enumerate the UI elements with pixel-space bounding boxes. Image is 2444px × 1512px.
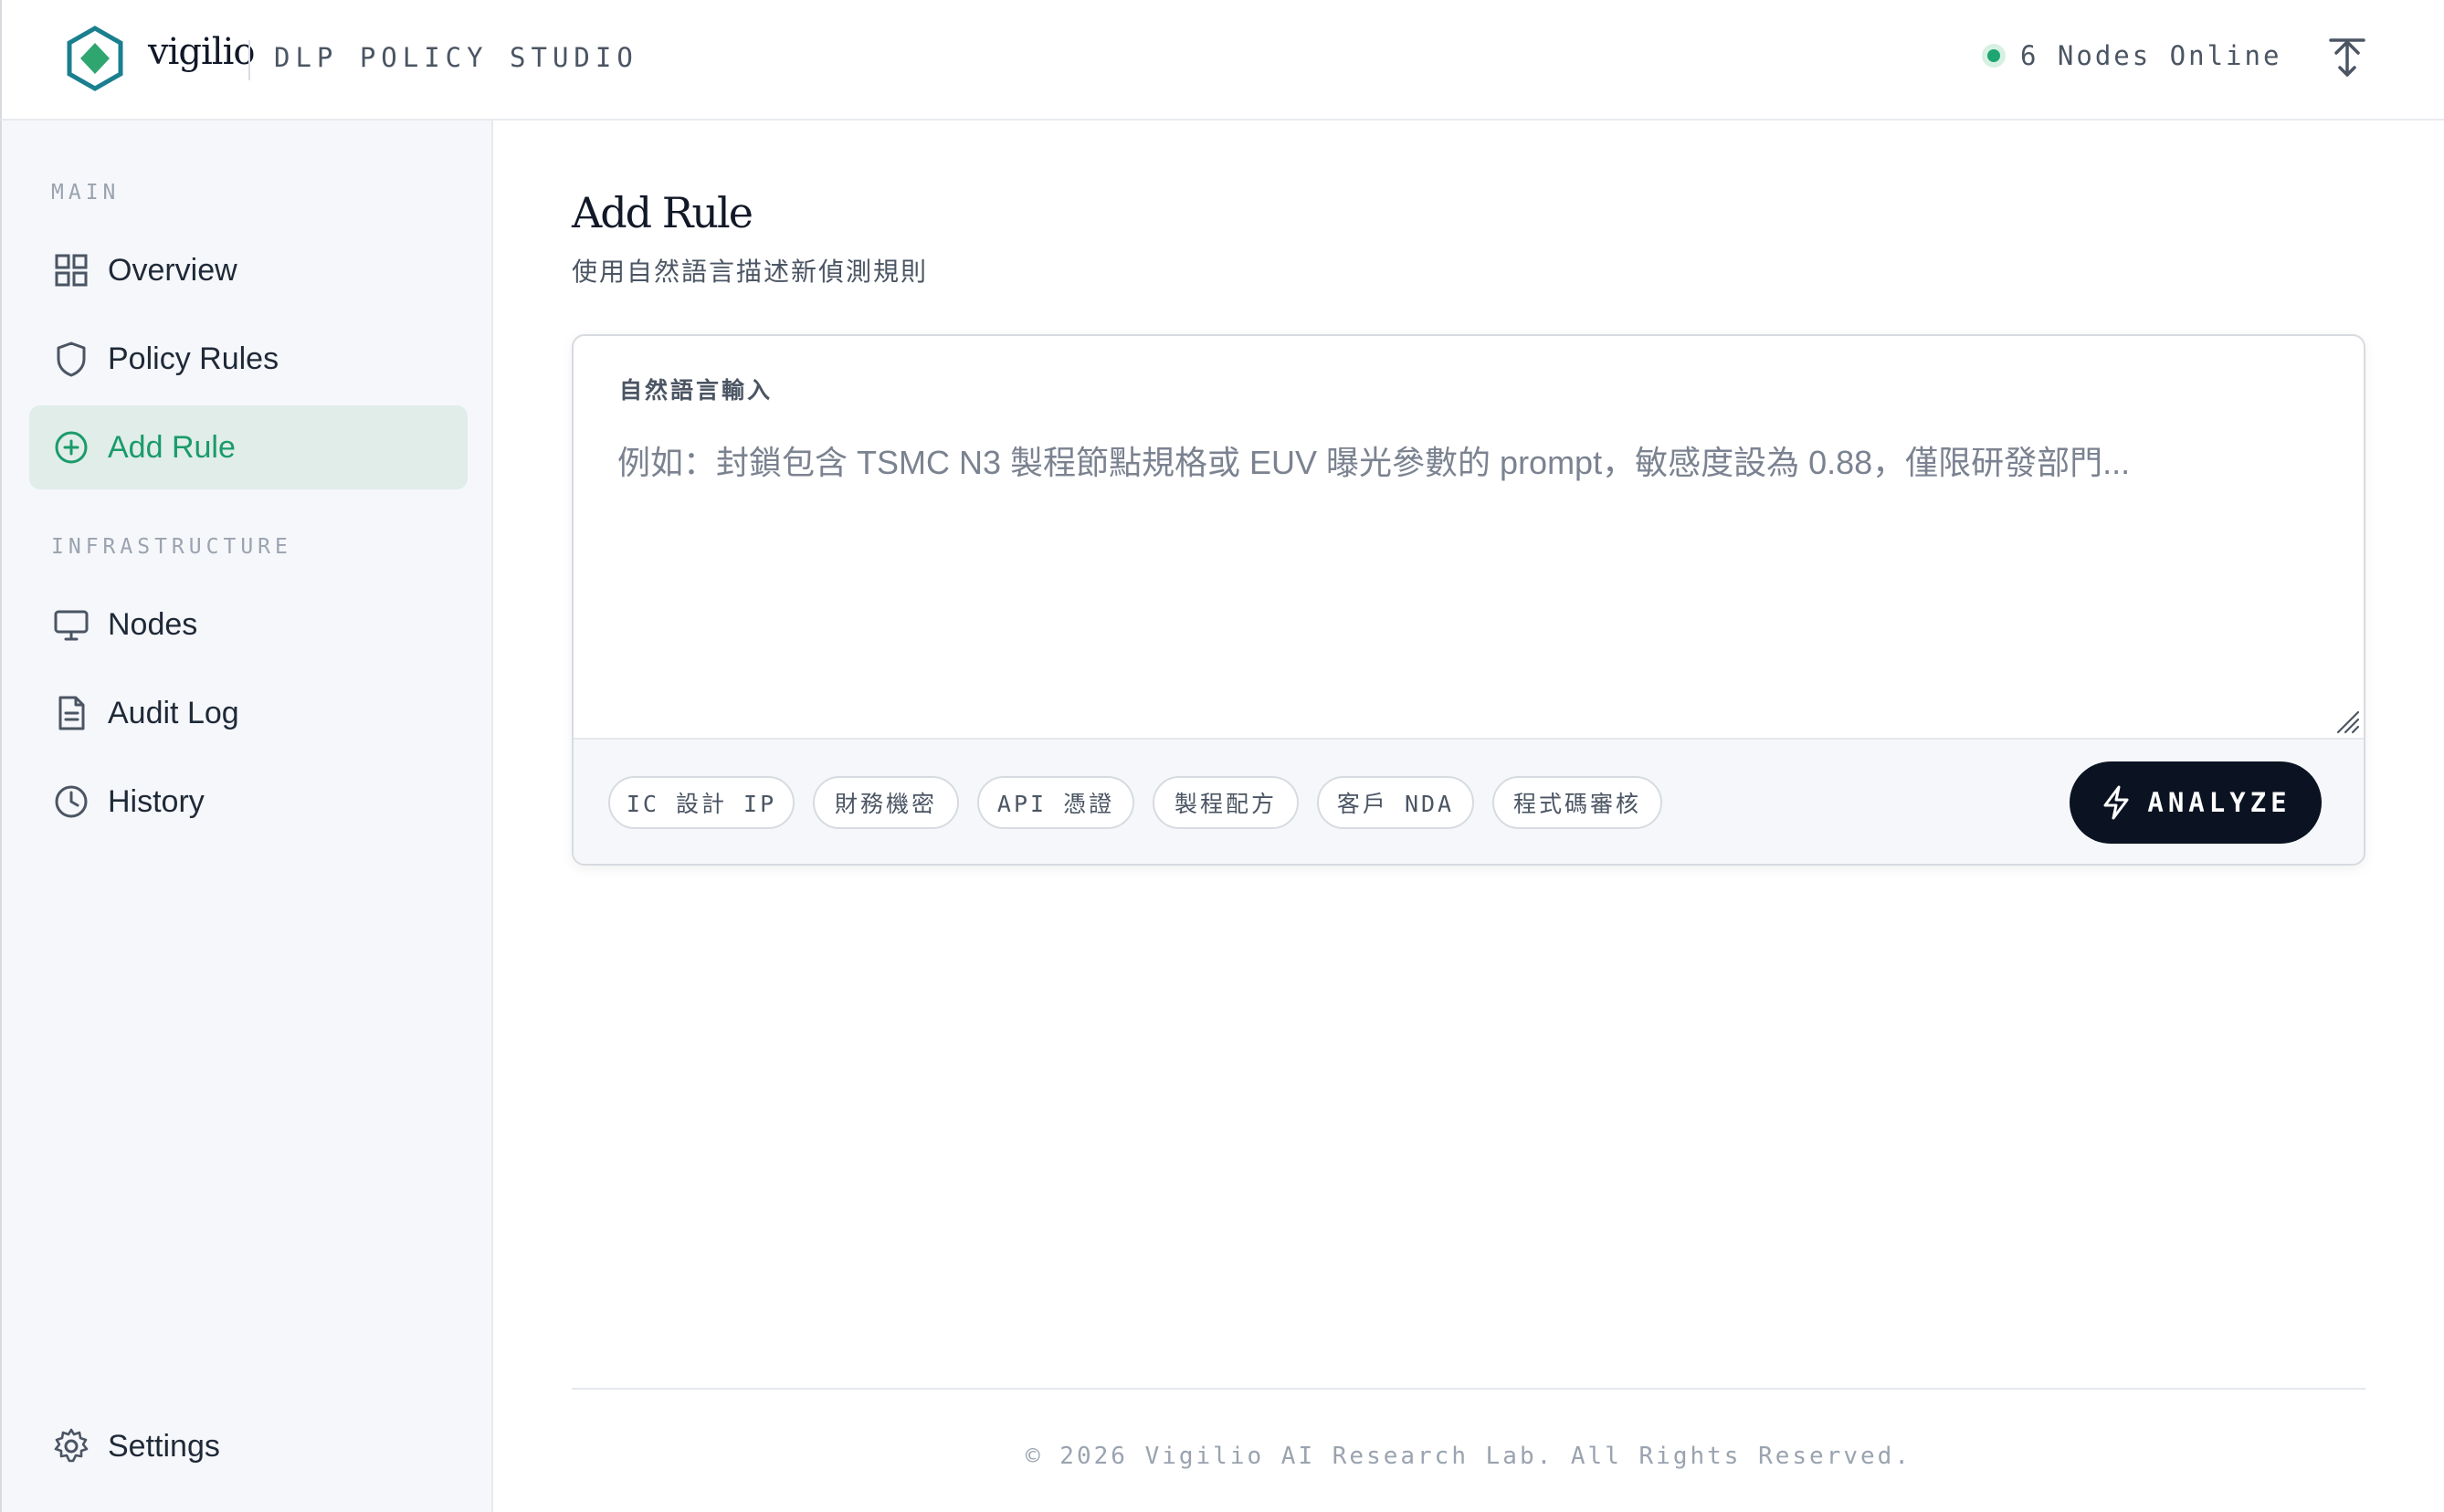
section-label-main: MAIN — [51, 181, 121, 205]
grid-icon — [55, 254, 88, 287]
vigilio-logo-icon — [67, 26, 123, 91]
resize-handle-icon[interactable] — [2334, 709, 2362, 736]
sidebar-item-label: Nodes — [108, 606, 198, 642]
plus-circle-icon — [55, 431, 88, 464]
card-footer: IC 設計 IP 財務機密 API 憑證 製程配方 客戶 NDA 程式碼審核 A… — [574, 738, 2364, 864]
monitor-icon — [54, 610, 89, 641]
gear-icon — [54, 1428, 89, 1463]
chip-process-recipe[interactable]: 製程配方 — [1153, 776, 1299, 829]
page-title: Add Rule — [572, 188, 753, 237]
copyright-text: © 2026 Vigilio AI Research Lab. All Righ… — [1026, 1443, 1912, 1470]
sidebar-item-add-rule[interactable]: Add Rule — [29, 405, 468, 489]
sidebar-item-label: Settings — [108, 1428, 220, 1464]
header-divider — [248, 40, 250, 80]
sidebar-item-audit-log[interactable]: Audit Log — [29, 671, 468, 755]
sidebar-item-label: Overview — [108, 252, 237, 288]
lightning-icon — [2103, 785, 2129, 820]
nodes-status: 6 Nodes Online — [1982, 40, 2281, 71]
rule-input-card: 自然語言輸入 IC 設計 IP 財務機密 API 憑證 製程配方 客戶 NDA … — [572, 334, 2365, 866]
sidebar-item-nodes[interactable]: Nodes — [29, 583, 468, 667]
sidebar-item-label: Policy Rules — [108, 341, 279, 376]
sidebar-item-policy-rules[interactable]: Policy Rules — [29, 317, 468, 401]
chip-ic-design-ip[interactable]: IC 設計 IP — [608, 776, 795, 829]
nodes-online-text: 6 Nodes Online — [2020, 40, 2282, 71]
sidebar-item-label: History — [108, 783, 205, 819]
input-label: 自然語言輸入 — [619, 378, 774, 404]
brand-name: vigilio — [148, 31, 255, 73]
sidebar-item-overview[interactable]: Overview — [29, 228, 468, 312]
natural-language-input[interactable] — [617, 436, 2325, 729]
section-label-infrastructure: INFRASTRUCTURE — [51, 535, 292, 559]
online-status-dot-icon — [1982, 44, 2006, 68]
chip-api-credentials[interactable]: API 憑證 — [977, 776, 1134, 829]
clock-icon — [55, 785, 88, 818]
page-subtitle: 使用自然語言描述新偵測規則 — [572, 257, 929, 286]
top-header: vigilio DLP POLICY STUDIO 6 Nodes Online — [0, 0, 2444, 121]
document-icon — [58, 696, 85, 730]
main-content: Add Rule 使用自然語言描述新偵測規則 自然語言輸入 IC 設計 IP 財… — [493, 121, 2444, 1512]
product-name: DLP POLICY STUDIO — [274, 42, 638, 73]
sync-upload-icon[interactable] — [2327, 37, 2367, 80]
sidebar-item-settings[interactable]: Settings — [29, 1404, 468, 1488]
footer-divider — [572, 1388, 2365, 1390]
shield-icon — [57, 341, 86, 377]
chip-customer-nda[interactable]: 客戶 NDA — [1317, 776, 1474, 829]
sidebar: MAIN Overview Policy Rules Add Rule INFR… — [0, 121, 493, 1512]
sidebar-item-label: Audit Log — [108, 695, 239, 730]
analyze-button-label: ANALYZE — [2147, 787, 2291, 818]
chip-financial-confidential[interactable]: 財務機密 — [813, 776, 959, 829]
sidebar-item-label: Add Rule — [108, 429, 236, 465]
sidebar-item-history[interactable]: History — [29, 760, 468, 844]
analyze-button[interactable]: ANALYZE — [2070, 761, 2322, 844]
chip-code-review[interactable]: 程式碼審核 — [1492, 776, 1662, 829]
